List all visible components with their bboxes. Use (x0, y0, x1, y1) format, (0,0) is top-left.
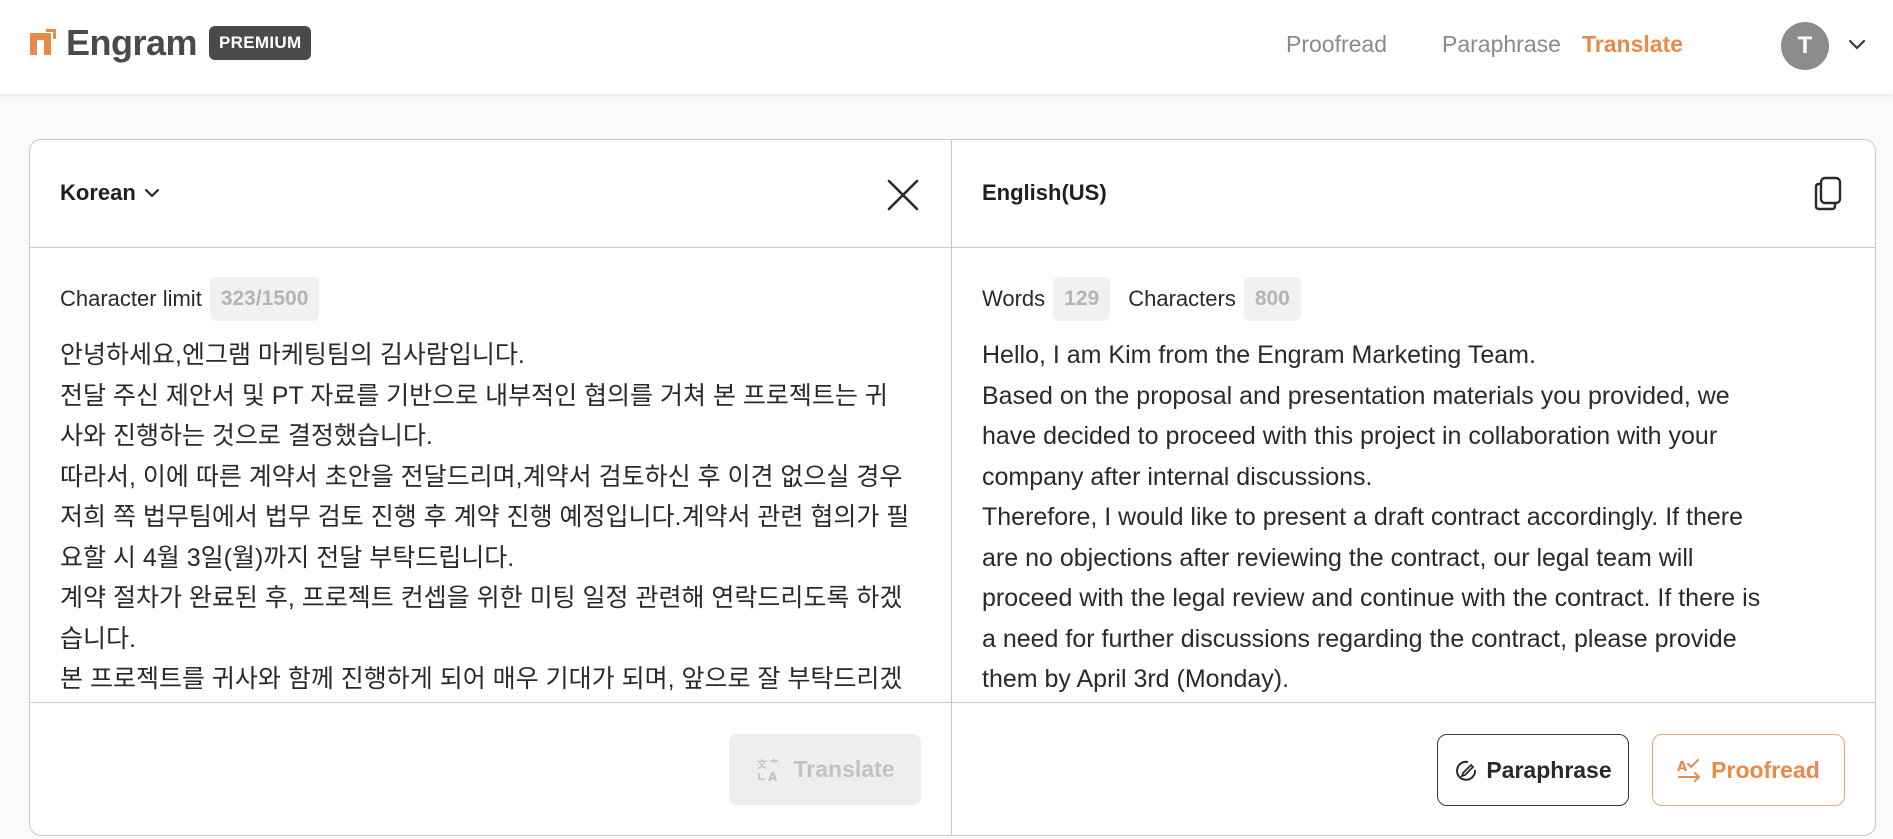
nav-translate[interactable]: Translate (1582, 31, 1683, 58)
source-line: 사와 진행하는 것으로 결정했습니다. (60, 422, 433, 450)
header-divider (30, 247, 1875, 248)
proofread-button-label: Proofread (1711, 756, 1820, 783)
target-line: proceed with the legal review and contin… (982, 584, 1761, 612)
blank-patch (888, 628, 928, 658)
nav-paraphrase[interactable]: Paraphrase (1442, 31, 1561, 58)
target-line: are no objections after reviewing the co… (982, 543, 1694, 572)
translation-stats: Words 129 Characters 800 (982, 277, 1319, 321)
nav-proofread[interactable]: Proofread (1286, 31, 1387, 58)
translate-icon: 文 A (757, 758, 778, 783)
chevron-down-icon[interactable] (1848, 38, 1866, 52)
brand-logo[interactable]: Engram PREMIUM (28, 22, 312, 64)
paraphrase-button[interactable]: Paraphrase (1437, 734, 1629, 806)
target-line: Based on the proposal and presentation m… (982, 381, 1730, 410)
source-line: 전달 주신 제안서 및 PT 자료를 기반으로 내부적인 협의를 거쳐 본 프로… (60, 381, 888, 410)
copy-icon[interactable] (1813, 176, 1843, 212)
translate-button-label: Translate (793, 756, 895, 782)
translate-button[interactable]: 文 A Translate (729, 734, 921, 805)
premium-badge: PREMIUM (209, 26, 312, 60)
clear-text-icon[interactable] (886, 178, 920, 212)
target-line: company after internal discussions. (982, 462, 1373, 491)
source-line: 계약 절차가 완료된 후, 프로젝트 컨셉을 위한 미팅 일정 관련해 연락드리… (60, 584, 903, 612)
proofread-icon: A (1677, 759, 1701, 782)
target-line: Therefore, I would like to present a dra… (982, 503, 1744, 531)
footer-divider (30, 702, 1875, 703)
source-line: 습니다. (60, 624, 136, 653)
app-header: Engram PREMIUM Proofread Paraphrase Tran… (0, 0, 1893, 94)
source-line: 본 프로젝트를 귀사와 함께 진행하게 되어 매우 기대가 되며, 앞으로 잘 … (60, 665, 903, 693)
target-text-area: Hello, I am Kim from the Engram Marketin… (982, 335, 1862, 702)
paraphrase-button-label: Paraphrase (1486, 756, 1612, 783)
source-line: 저희 쪽 법무팀에서 법무 검토 진행 후 계약 진행 예정입니다.계약서 관련… (60, 503, 910, 531)
characters-label: Characters (1128, 286, 1236, 311)
character-limit-label: Character limit (60, 286, 202, 311)
chevron-down-icon (144, 189, 159, 198)
paraphrase-icon (1456, 760, 1477, 781)
source-text-area[interactable]: 안녕하세요,엔그램 마케팅팀의 김사람입니다. 전달 주신 제안서 및 PT 자… (60, 335, 940, 702)
svg-text:A: A (1677, 760, 1687, 775)
words-label: Words (982, 286, 1046, 311)
source-language-select[interactable]: Korean (60, 180, 160, 206)
svg-text:文: 文 (757, 758, 768, 771)
user-avatar[interactable]: T (1781, 22, 1829, 70)
svg-text:A: A (768, 770, 778, 783)
brand-name: Engram (66, 22, 198, 63)
engram-logo-icon (28, 27, 58, 59)
source-line: 따라서, 이에 따른 계약서 초안을 전달드리며,계약서 검토하신 후 이견 없… (60, 462, 903, 491)
proofread-button[interactable]: A Proofread (1652, 734, 1845, 806)
characters-value: 800 (1243, 277, 1301, 321)
source-language-label: Korean (60, 180, 136, 205)
character-limit-value: 323/1500 (209, 277, 320, 321)
words-value: 129 (1053, 277, 1111, 321)
source-line: 안녕하세요,엔그램 마케팅팀의 김사람입니다. (60, 341, 525, 369)
target-line: have decided to proceed with this projec… (982, 422, 1718, 450)
target-language-label[interactable]: English(US) (982, 180, 1107, 206)
target-line: Hello, I am Kim from the Engram Marketin… (982, 341, 1536, 369)
character-limit-info: Character limit 323/1500 (60, 277, 337, 321)
target-line: them by April 3rd (Monday). (982, 665, 1290, 693)
panel-divider (951, 140, 952, 835)
source-line: 요할 시 4월 3일(월)까지 전달 부탁드립니다. (60, 543, 515, 572)
target-line: a need for further discussions regarding… (982, 624, 1737, 653)
